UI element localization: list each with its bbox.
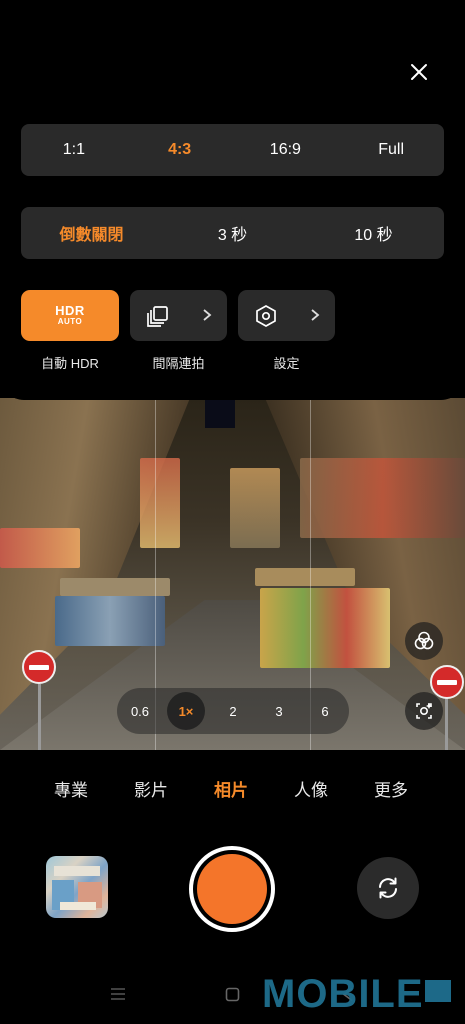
aspect-option-16-9[interactable]: 16:9 (233, 141, 339, 159)
ai-scene-icon (416, 703, 432, 719)
sign-pole (38, 684, 41, 750)
stall-awning (60, 578, 170, 596)
mode-video[interactable]: 影片 (134, 776, 168, 801)
watermark-badge (425, 980, 451, 1002)
ai-scene-button[interactable] (405, 692, 443, 730)
aspect-option-4-3[interactable]: 4:3 (127, 141, 233, 159)
mode-selector: 專業 影片 相片 人像 更多 (0, 776, 465, 804)
hdr-subtitle: AUTO (57, 317, 83, 326)
chevron-right-icon (203, 309, 212, 321)
no-entry-sign (22, 650, 56, 684)
mode-photo[interactable]: 相片 (214, 776, 248, 801)
aspect-option-1-1[interactable]: 1:1 (21, 141, 127, 159)
aspect-option-full[interactable]: Full (338, 141, 444, 159)
timer-option-off[interactable]: 倒數關閉 (21, 221, 162, 245)
mode-pro[interactable]: 專業 (54, 776, 88, 801)
close-icon (411, 64, 427, 80)
quick-settings-panel: 1:1 4:3 16:9 Full 倒數關閉 3 秒 10 秒 HDR AUTO… (0, 0, 465, 400)
filters-icon (414, 631, 434, 650)
no-entry-sign (430, 665, 464, 699)
menu-icon[interactable] (110, 987, 126, 1001)
settings-icon (256, 305, 276, 327)
zoom-option[interactable]: 3 (259, 688, 299, 734)
market-stall (140, 458, 180, 548)
timer-selector: 倒數關閉 3 秒 10 秒 (21, 207, 444, 259)
timer-option-3s[interactable]: 3 秒 (162, 221, 303, 245)
watermark-logo: MOBILE (262, 972, 424, 1016)
filters-button[interactable] (405, 622, 443, 660)
camera-flip-icon (379, 877, 397, 899)
mode-portrait[interactable]: 人像 (294, 776, 328, 801)
timer-option-10s[interactable]: 10 秒 (303, 221, 444, 245)
sign-pole (445, 698, 448, 750)
burst-stack-icon (147, 306, 168, 327)
zoom-option[interactable]: 0.6 (120, 688, 160, 734)
home-icon[interactable] (225, 987, 240, 1002)
zoom-option-active[interactable]: 1× (167, 692, 205, 730)
fruit-stall (260, 588, 390, 668)
interval-shooting-label: 間隔連拍 (152, 356, 205, 371)
mode-more[interactable]: 更多 (374, 776, 408, 801)
zoom-option[interactable]: 6 (305, 688, 345, 734)
aspect-ratio-selector: 1:1 4:3 16:9 Full (21, 124, 444, 176)
shutter-button[interactable] (189, 846, 275, 932)
hdr-title: HDR (55, 303, 85, 318)
hdr-label: 自動 HDR (41, 356, 99, 371)
zoom-option[interactable]: 2 (213, 688, 253, 734)
shop-front (0, 528, 80, 568)
close-button[interactable] (404, 57, 434, 87)
zoom-selector[interactable]: 0.6 1× 2 3 6 (117, 688, 349, 734)
stall-awning (255, 568, 355, 586)
night-sky (205, 398, 235, 428)
chevron-right-icon (311, 309, 320, 321)
switch-camera-button[interactable] (357, 857, 419, 919)
settings-button[interactable] (238, 290, 335, 341)
gallery-thumbnail[interactable] (46, 856, 108, 918)
shutter-core (197, 854, 267, 924)
market-stall (55, 596, 165, 646)
interval-shooting-button[interactable] (130, 290, 227, 341)
settings-label: 設定 (273, 356, 300, 371)
hdr-toggle[interactable]: HDR AUTO (21, 290, 119, 341)
market-stall (230, 468, 280, 548)
shop-signs (300, 458, 465, 538)
